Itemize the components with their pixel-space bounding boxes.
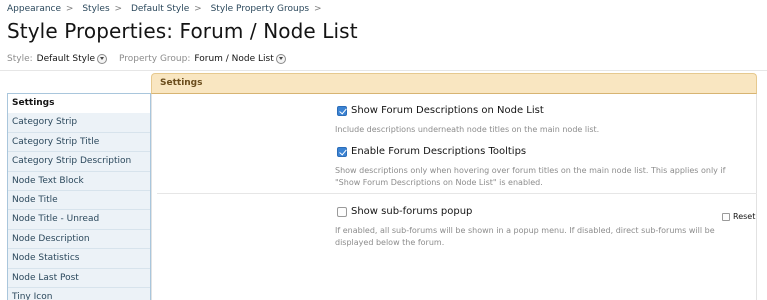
breadcrumb: Appearance > Styles > Default Style > St… [7,4,328,14]
option-show-subforums-popup[interactable]: Show sub-forums popup [337,206,472,217]
section-header: Settings [151,73,757,94]
style-filter-label: Style: [7,54,33,64]
filter-bar: Style: Default Style Property Group: For… [7,54,298,64]
option-description: Show descriptions only when hovering ove… [335,166,726,187]
breadcrumb-item-appearance[interactable]: Appearance [7,4,61,14]
breadcrumb-separator: > [313,4,322,14]
breadcrumb-item-style-property-groups[interactable]: Style Property Groups [211,4,310,14]
sidebar-item-node-last-post[interactable]: Node Last Post [8,268,150,288]
option-description: If enabled, all sub-forums will be shown… [335,226,715,247]
checkbox-checked[interactable] [337,146,347,157]
reset-checkbox[interactable] [722,212,730,221]
breadcrumb-separator: > [65,4,74,14]
reset-toggle[interactable]: Reset [722,212,755,221]
breadcrumb-item-styles[interactable]: Styles [82,4,109,14]
sidebar-item-settings[interactable]: Settings [8,94,150,114]
property-group-filter-value[interactable]: Forum / Node List [194,54,273,64]
breadcrumb-separator: > [194,4,202,14]
page-title: Style Properties: Forum / Node List [7,19,358,43]
option-label: Enable Forum Descriptions Tooltips [351,146,527,157]
option-description: Include descriptions underneath node tit… [335,125,600,134]
option-label: Show Forum Descriptions on Node List [351,105,544,116]
chevron-down-icon[interactable] [275,54,286,64]
chevron-down-icon[interactable] [97,54,107,64]
option-enable-description-tooltips[interactable]: Enable Forum Descriptions Tooltips [337,146,526,157]
sidebar-item-node-description[interactable]: Node Description [8,229,150,250]
sidebar-item-node-text-block[interactable]: Node Text Block [8,171,150,191]
style-filter-value[interactable]: Default Style [37,54,95,64]
sidebar-item-node-statistics[interactable]: Node Statistics [8,249,150,269]
sidebar-item-category-strip-description[interactable]: Category Strip Description [8,152,150,172]
sidebar-item-tiny-icon[interactable]: Tiny Icon [8,287,150,300]
checkbox-unchecked[interactable] [337,206,347,217]
reset-label: Reset [733,212,756,221]
breadcrumb-separator: > [114,4,123,14]
header-divider [0,70,767,71]
checkbox-checked[interactable] [337,105,347,116]
sidebar-item-node-title[interactable]: Node Title [8,190,150,211]
section-divider [157,193,757,194]
option-label: Show sub-forums popup [351,206,473,217]
property-group-filter-label: Property Group: [119,54,191,64]
option-show-forum-descriptions[interactable]: Show Forum Descriptions on Node List [337,105,544,116]
sidebar-item-category-strip-title[interactable]: Category Strip Title [8,132,150,153]
breadcrumb-item-default-style[interactable]: Default Style [131,4,189,14]
property-sidebar: Settings Category Strip Category Strip T… [7,93,151,300]
sidebar-item-node-title-unread[interactable]: Node Title - Unread [8,210,150,230]
sidebar-item-category-strip[interactable]: Category Strip [8,113,150,133]
